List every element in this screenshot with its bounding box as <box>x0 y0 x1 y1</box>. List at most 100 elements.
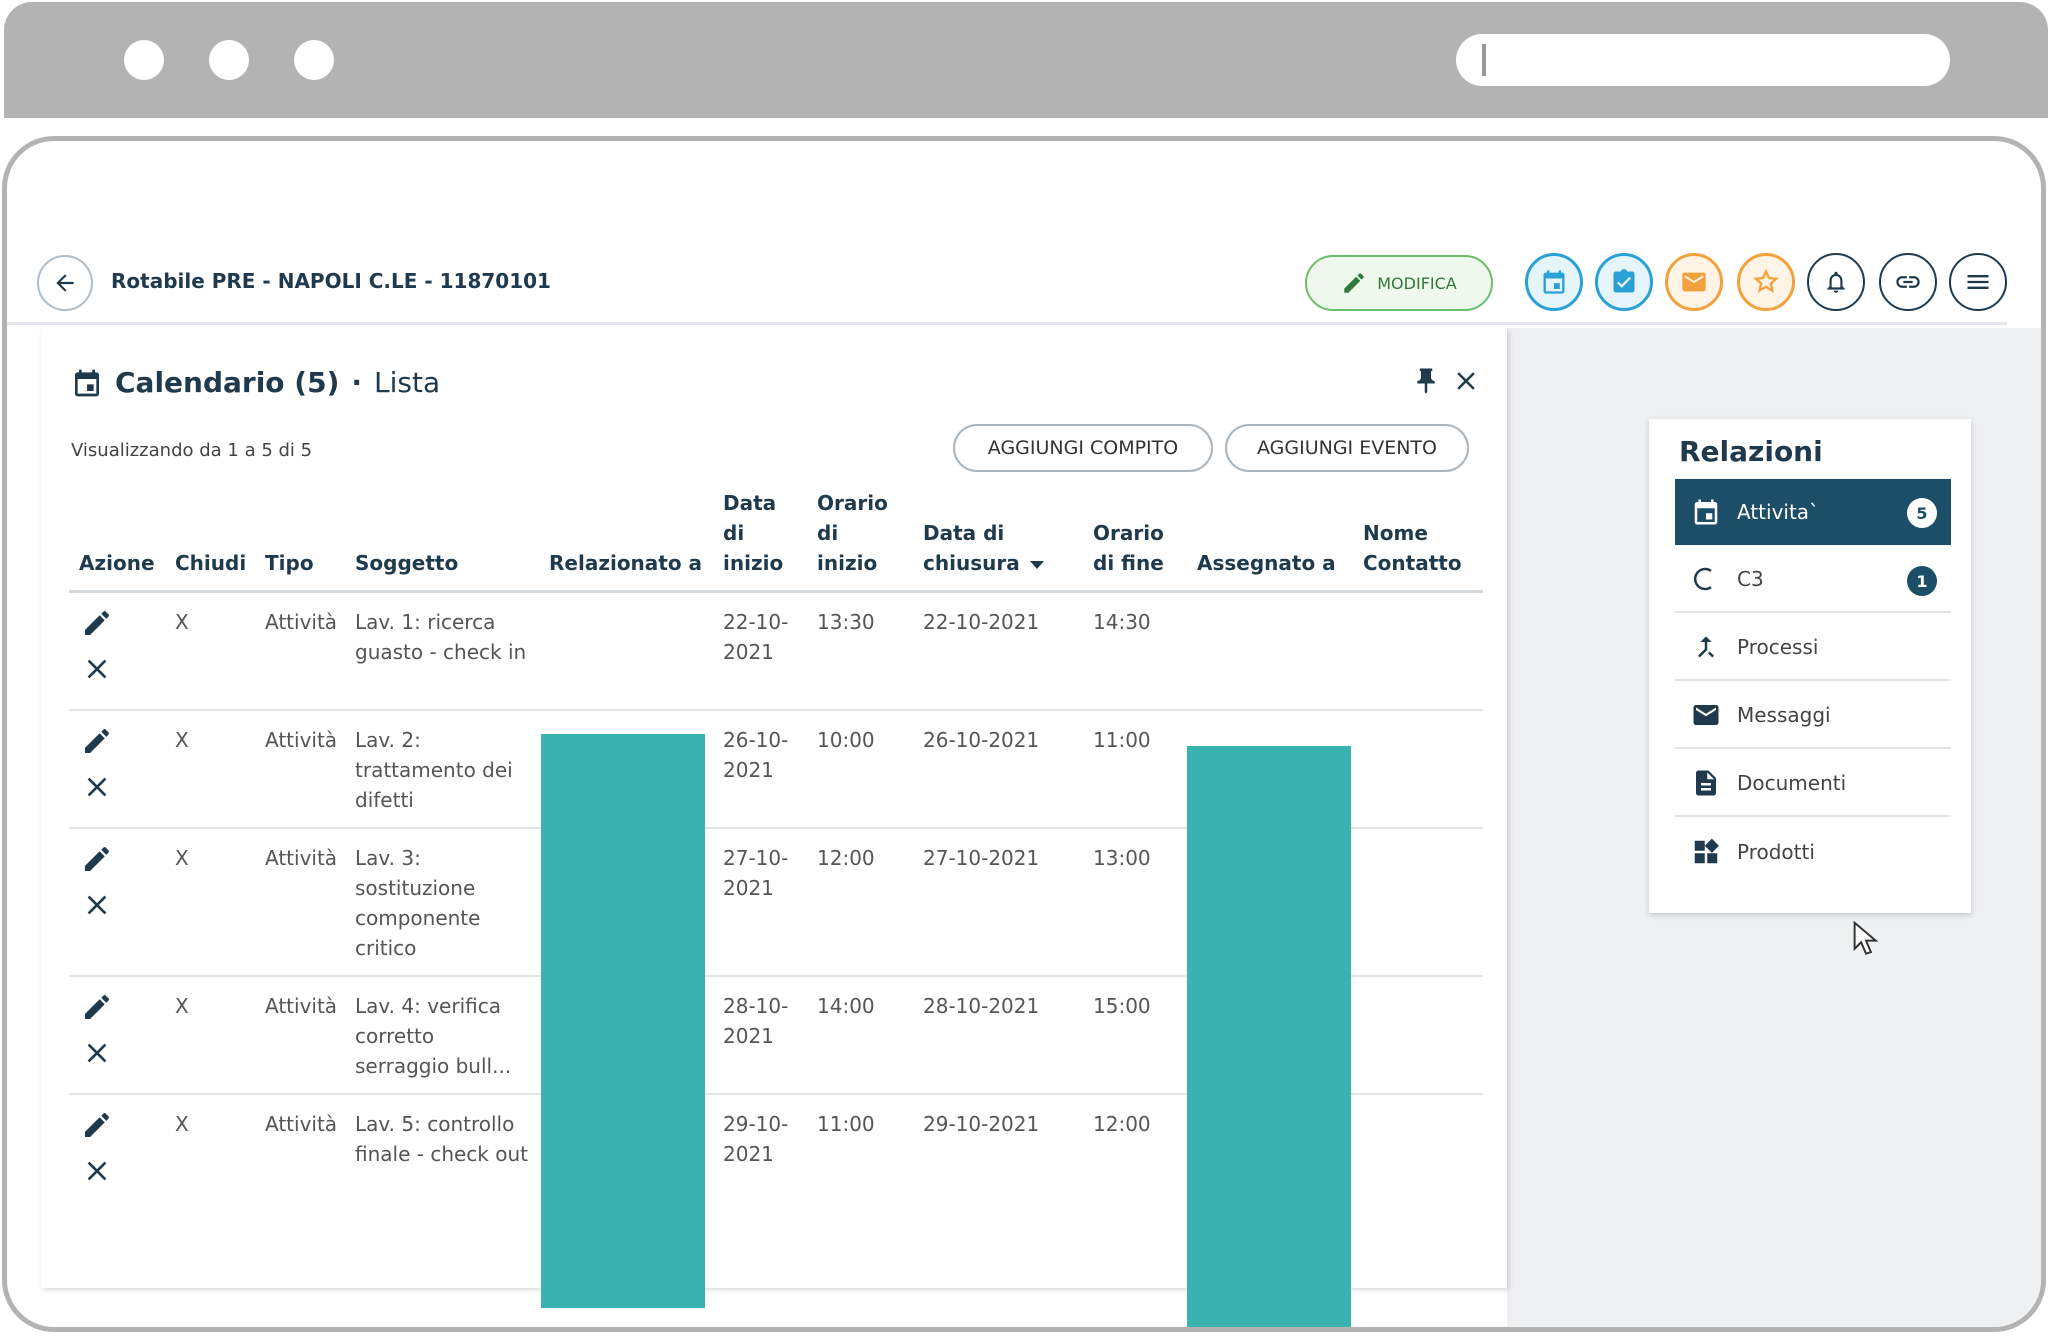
orario-fine-cell: 14:30 <box>1083 591 1187 711</box>
orario-inizio-cell: 10:00 <box>807 709 913 829</box>
count-badge: 1 <box>1907 566 1937 596</box>
soggetto-cell[interactable]: Lav. 4: verifica corretto serraggio bull… <box>345 975 539 1095</box>
relazioni-panel: Relazioni Attivita` 5 C3 1 Processi Mess… <box>1649 419 1971 913</box>
data-inizio-cell: 22-10-2021 <box>713 591 807 711</box>
favorite-header-button[interactable] <box>1737 253 1795 311</box>
contatto-cell <box>1353 1094 1483 1212</box>
back-button[interactable] <box>37 255 93 311</box>
chiudi-cell[interactable]: X <box>165 1094 255 1212</box>
col-data-chiusura-label: Data di chiusura <box>923 521 1020 575</box>
col-data-chiusura[interactable]: Data di chiusura <box>913 488 1083 593</box>
col-azione: Azione <box>69 488 165 593</box>
action-cell <box>69 975 165 1095</box>
edit-pencil-icon[interactable] <box>81 843 113 875</box>
mouse-pointer-icon <box>1853 920 1879 961</box>
soggetto-cell[interactable]: Lav. 5: controllo finale - check out <box>345 1094 539 1212</box>
card-title-text: Calendario (5) <box>115 366 340 399</box>
notifications-header-button[interactable] <box>1807 253 1865 311</box>
relazioni-item-messaggi[interactable]: Messaggi <box>1675 683 1951 749</box>
add-event-button[interactable]: AGGIUNGI EVENTO <box>1225 424 1469 472</box>
card-subtitle: Lista <box>374 366 441 399</box>
soggetto-cell[interactable]: Lav. 2: trattamento dei difetti <box>345 709 539 829</box>
star-icon <box>1753 268 1779 293</box>
delete-x-icon[interactable] <box>81 771 113 803</box>
mail-icon <box>1693 705 1719 725</box>
redacted-relazionato-block <box>541 734 705 1308</box>
relazioni-item-label: C3 <box>1737 567 1764 591</box>
soggetto-cell[interactable]: Lav. 3: sostituzione componente critico <box>345 827 539 977</box>
delete-x-icon[interactable] <box>81 653 113 685</box>
delete-x-icon[interactable] <box>81 889 113 921</box>
add-task-button[interactable]: AGGIUNGI COMPITO <box>953 424 1213 472</box>
products-icon <box>1694 838 1719 864</box>
action-cell <box>69 827 165 977</box>
delete-x-icon[interactable] <box>81 1037 113 1069</box>
delete-x-icon[interactable] <box>81 1155 113 1187</box>
menu-icon <box>1967 275 1989 289</box>
data-chiusura-cell: 28-10-2021 <box>913 975 1083 1095</box>
window-dot <box>124 40 164 80</box>
col-chiudi[interactable]: Chiudi <box>165 488 255 593</box>
url-bar[interactable] <box>1456 34 1950 86</box>
contatto-cell <box>1353 827 1483 977</box>
edit-pencil-icon[interactable] <box>81 1109 113 1141</box>
card-title: Calendario (5) · Lista <box>71 366 440 399</box>
action-cell <box>69 709 165 829</box>
chiudi-cell[interactable]: X <box>165 975 255 1095</box>
mail-header-button[interactable] <box>1665 253 1723 311</box>
modifica-button[interactable]: MODIFICA <box>1305 255 1493 311</box>
relazioni-item-prodotti[interactable]: Prodotti <box>1675 819 1951 885</box>
calendar-icon <box>75 369 99 396</box>
process-merge-icon <box>1698 636 1714 658</box>
title-separator: · <box>351 366 363 399</box>
col-data-inizio[interactable]: Data di inizio <box>713 488 807 593</box>
col-tipo[interactable]: Tipo <box>255 488 345 593</box>
relazioni-item-c3[interactable]: C3 1 <box>1675 547 1951 613</box>
col-orario-fine[interactable]: Orario di fine <box>1083 488 1187 593</box>
chiudi-cell[interactable]: X <box>165 827 255 977</box>
data-inizio-cell: 27-10-2021 <box>713 827 807 977</box>
link-header-button[interactable] <box>1879 253 1937 311</box>
col-soggetto[interactable]: Soggetto <box>345 488 539 593</box>
c3-icon <box>1694 567 1712 591</box>
action-cell <box>69 591 165 711</box>
col-nome-contatto[interactable]: Nome Contatto <box>1353 488 1483 593</box>
tipo-cell: Attività <box>255 975 345 1095</box>
soggetto-cell[interactable]: Lav. 1: ricerca guasto - check in <box>345 591 539 711</box>
col-assegnato[interactable]: Assegnato a <box>1187 488 1353 593</box>
orario-inizio-cell: 12:00 <box>807 827 913 977</box>
data-chiusura-cell: 29-10-2021 <box>923 1111 1040 1136</box>
calendar-header-button[interactable] <box>1525 253 1583 311</box>
link-icon <box>1896 276 1920 288</box>
edit-pencil-icon[interactable] <box>81 991 113 1023</box>
chiudi-cell[interactable]: X <box>165 709 255 829</box>
task-header-button[interactable] <box>1595 253 1653 311</box>
document-icon <box>1696 770 1716 796</box>
relazioni-item-label: Attivita` <box>1737 500 1820 524</box>
pin-icon <box>1417 368 1435 394</box>
close-button[interactable] <box>1451 366 1481 400</box>
orario-inizio-cell: 11:00 <box>817 1111 875 1136</box>
edit-pencil-icon[interactable] <box>81 607 113 639</box>
redacted-assegnato-block <box>1187 746 1351 1327</box>
relazioni-item-attivita[interactable]: Attivita` 5 <box>1675 479 1951 545</box>
browser-viewport: Rotabile PRE - NAPOLI C.LE - 11870101 MO… <box>2 136 2046 1332</box>
col-orario-inizio[interactable]: Orario di inizio <box>807 488 913 593</box>
chiudi-cell[interactable]: X <box>165 591 255 711</box>
app-header: Rotabile PRE - NAPOLI C.LE - 11870101 MO… <box>7 241 2007 325</box>
text-caret <box>1482 44 1486 76</box>
browser-top-bar <box>4 2 2048 118</box>
pin-button[interactable] <box>1411 366 1441 400</box>
menu-header-button[interactable] <box>1949 253 2007 311</box>
contatto-cell <box>1353 591 1483 711</box>
col-relazionato[interactable]: Relazionato a <box>539 488 713 593</box>
record-title: Rotabile PRE - NAPOLI C.LE - 11870101 <box>111 269 551 293</box>
tipo-cell: Attività <box>255 591 345 711</box>
orario-fine-cell: 11:00 <box>1083 709 1187 829</box>
edit-pencil-icon[interactable] <box>81 725 113 757</box>
relazioni-item-label: Processi <box>1737 635 1819 659</box>
task-check-icon <box>1613 269 1635 293</box>
relazioni-item-documenti[interactable]: Documenti <box>1675 751 1951 817</box>
relazioni-item-processi[interactable]: Processi <box>1675 615 1951 681</box>
relazioni-item-label: Prodotti <box>1737 840 1815 864</box>
